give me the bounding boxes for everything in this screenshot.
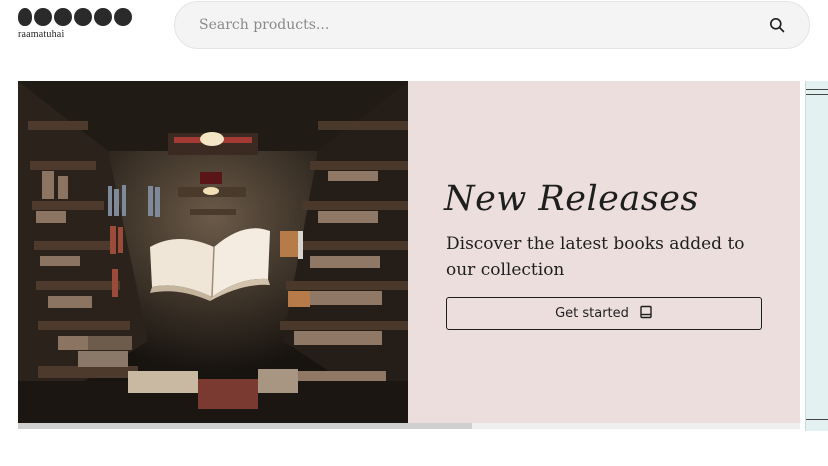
book-icon (639, 305, 653, 323)
hero-image (18, 81, 408, 423)
logo-text: raamatuhai (18, 29, 65, 40)
logo-dot (54, 8, 72, 26)
peek-line (806, 94, 828, 95)
logo-dot (34, 8, 52, 26)
carousel-progress-fill (18, 423, 472, 429)
get-started-button[interactable]: Get started (446, 297, 762, 330)
page: raamatuhai Search products... New Releas… (0, 0, 828, 466)
logo-dot (74, 8, 92, 26)
site-logo[interactable]: raamatuhai (18, 8, 138, 48)
hero-text-panel: New Releases Discover the latest books a… (408, 81, 800, 423)
logo-dot (18, 8, 32, 26)
logo-mark (18, 8, 138, 26)
peek-line (806, 419, 828, 420)
next-slide-peek[interactable] (805, 81, 828, 431)
logo-dot (94, 8, 112, 26)
hero-title: New Releases (444, 179, 699, 219)
carousel-progress-track (18, 423, 800, 429)
search-input[interactable] (197, 16, 765, 34)
hero-carousel: New Releases Discover the latest books a… (18, 81, 800, 431)
hero-description: Discover the latest books added to our c… (446, 234, 745, 280)
search-bar (174, 1, 810, 49)
peek-line (806, 89, 828, 90)
logo-dot (114, 8, 132, 26)
search-icon[interactable] (765, 13, 789, 37)
get-started-label: Get started (555, 306, 629, 321)
